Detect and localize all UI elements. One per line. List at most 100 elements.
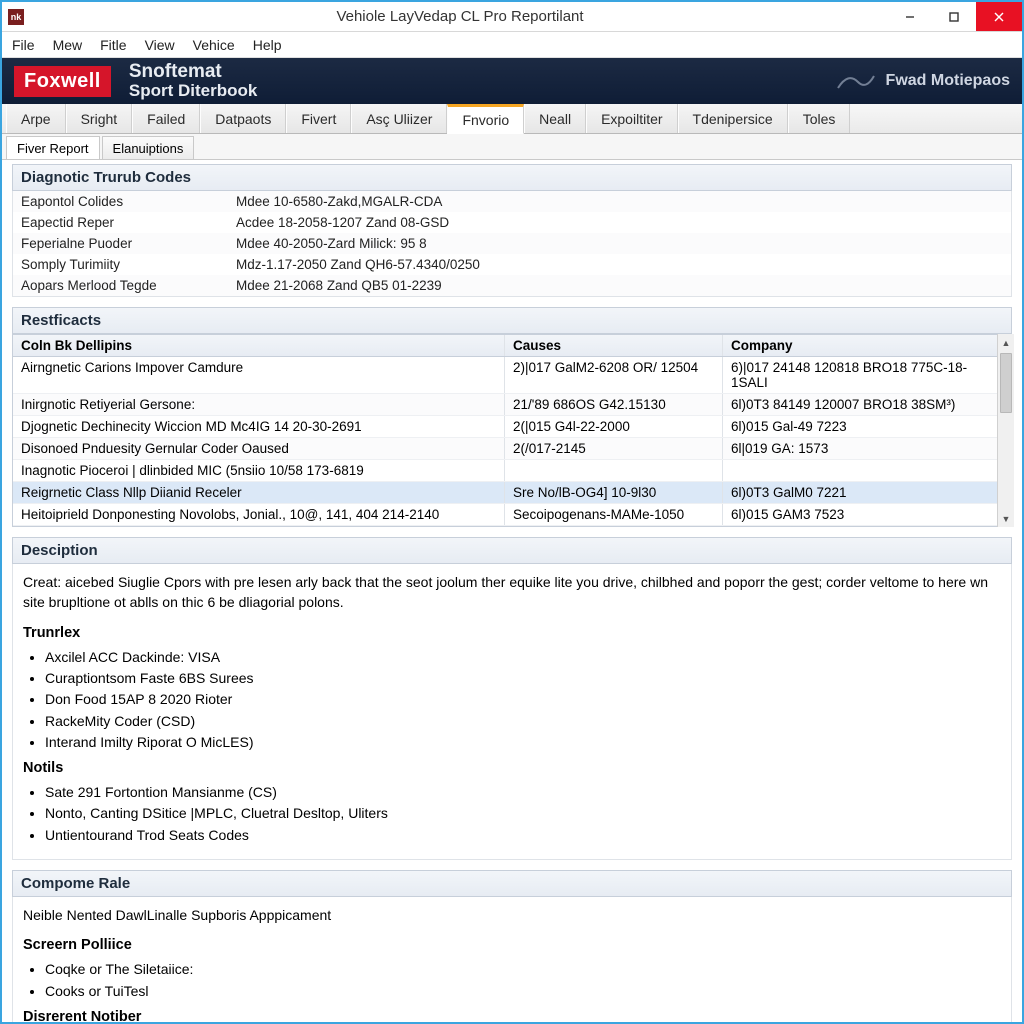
resf-table: Coln Bk Dellipins Causes Company Airngne… [12,334,1012,527]
maximize-button[interactable] [932,2,976,31]
table-cell: 2)|017 GalM2-6208 OR/ 12504 [505,357,723,393]
diag-key: Somply Turimiity [21,257,236,272]
menu-help[interactable]: Help [253,37,282,53]
close-button[interactable] [976,2,1022,31]
table-cell: Heitoiprield Donponesting Novolobs, Joni… [13,504,505,525]
table-cell: Disonoed Pnduesity Gernular Coder Oaused [13,438,505,459]
diag-value: Mdz-1.17-2050 Zand QH6-57.4340/0250 [236,257,1003,272]
comp-line: Neible Nented DawlLinalle Supboris Apppi… [23,905,1001,925]
table-cell: Sre No/lB-OG4] 10-9l30 [505,482,723,503]
comp-sec2-title: Disrerent Notiber [23,1007,1001,1022]
table-cell: Reigrnetic Class Nllp Diianid Receler [13,482,505,503]
minimize-button[interactable] [888,2,932,31]
primary-tabs: ArpeSrightFailedDatpaotsFivertAsç Uliize… [2,104,1022,134]
tab-datpaots[interactable]: Datpaots [200,104,286,133]
table-cell: Airngnetic Carions Impover Camdure [13,357,505,393]
scroll-up-icon[interactable]: ▲ [998,334,1014,351]
tab-expoiltiter[interactable]: Expoiltiter [586,104,677,133]
diag-key: Eapectid Reper [21,215,236,230]
diag-value: Mdee 40-2050-Zard Milick: 95 8 [236,236,1003,251]
menu-file[interactable]: File [12,37,35,53]
table-cell: 2(|015 G4l-22-2000 [505,416,723,437]
table-cell: 6)|017 24148 120818 BRO18 775C-18-1SALI [723,357,1011,393]
diag-row[interactable]: Aopars Merlood TegdeMdee 21-2068 Zand QB… [13,275,1011,296]
list-item: RackeMity Coder (CSD) [45,711,1001,731]
desc-sec1-title: Trunrlex [23,623,1001,644]
tab-failed[interactable]: Failed [132,104,200,133]
subtab-fiver-report[interactable]: Fiver Report [6,136,100,159]
table-scrollbar[interactable]: ▲ ▼ [997,334,1014,527]
table-row[interactable]: Inirgnotic Retiyerial Gersone:21/'89 686… [13,394,1011,416]
brand-line2: Sport Diterbook [129,82,257,100]
diag-row[interactable]: Feperialne PuoderMdee 40-2050-Zard Milic… [13,233,1011,254]
list-item: Curaptiontsom Faste 6BS Surees [45,668,1001,688]
table-row[interactable]: Reigrnetic Class Nllp Diianid RecelerSre… [13,482,1011,504]
list-item: Coqke or The Siletaiice: [45,959,1001,979]
menu-vehice[interactable]: Vehice [193,37,235,53]
table-row[interactable]: Djognetic Dechinecity Wiccion MD Mc4IG 1… [13,416,1011,438]
list-item: Nonto, Canting DSitice |MPLC, Cluetral D… [45,803,1001,823]
tab-tdenipersice[interactable]: Tdenipersice [678,104,788,133]
tab-fnvorio[interactable]: Fnvorio [447,104,524,134]
diag-row[interactable]: Eapontol ColidesMdee 10-6580-Zakd,MGALR-… [13,191,1011,212]
diag-row[interactable]: Somply TurimiityMdz-1.17-2050 Zand QH6-5… [13,254,1011,275]
content-area: Diagnotic Trurub Codes Eapontol ColidesM… [2,160,1022,1022]
desc-body: Creat: aicebed Siuglie Cpors with pre le… [12,564,1012,860]
col-dellipins[interactable]: Coln Bk Dellipins [13,335,505,356]
brand-decor-icon [836,68,876,94]
sub-tabs: Fiver ReportElanuiptions [2,134,1022,160]
tab-arpe[interactable]: Arpe [6,104,66,133]
scroll-down-icon[interactable]: ▼ [998,510,1014,527]
menu-fitle[interactable]: Fitle [100,37,126,53]
tab-fivert[interactable]: Fivert [286,104,351,133]
comp-body: Neible Nented DawlLinalle Supboris Apppi… [12,897,1012,1022]
table-cell [505,460,723,481]
tab-toles[interactable]: Toles [788,104,851,133]
col-causes[interactable]: Causes [505,335,723,356]
table-cell: 6l)015 Gal-49 7223 [723,416,1011,437]
diag-row[interactable]: Eapectid ReperAcdee 18-2058-1207 Zand 08… [13,212,1011,233]
tab-sright[interactable]: Sright [66,104,133,133]
list-item: Don Food 15AP 8 2020 Rioter [45,689,1001,709]
table-row[interactable]: Airngnetic Carions Impover Camdure2)|017… [13,357,1011,394]
table-cell: 21/'89 686OS G42.15130 [505,394,723,415]
list-item: Axcilel ACC Dackinde: VISA [45,647,1001,667]
table-cell: Inirgnotic Retiyerial Gersone: [13,394,505,415]
scroll-thumb[interactable] [1000,353,1012,413]
table-cell: 6l)0T3 GalM0 7221 [723,482,1011,503]
tab-asç uliizer[interactable]: Asç Uliizer [351,104,447,133]
table-cell: Djognetic Dechinecity Wiccion MD Mc4IG 1… [13,416,505,437]
diag-value: Acdee 18-2058-1207 Zand 08-GSD [236,215,1003,230]
brand-logo: Foxwell [14,66,111,97]
brand-strip: Foxwell Snoftemat Sport Diterbook Fwad M… [2,58,1022,104]
subtab-elanuiptions[interactable]: Elanuiptions [102,136,195,159]
diag-value: Mdee 10-6580-Zakd,MGALR-CDA [236,194,1003,209]
brand-right-text: Fwad Motiepaos [886,72,1010,90]
table-cell: Secoipogenans-MAMe-1050 [505,504,723,525]
desc-sec2-title: Notils [23,758,1001,779]
diag-table: Eapontol ColidesMdee 10-6580-Zakd,MGALR-… [12,191,1012,297]
table-cell: 6l|019 GA: 1573 [723,438,1011,459]
diag-key: Feperialne Puoder [21,236,236,251]
table-cell [723,460,1011,481]
diag-key: Aopars Merlood Tegde [21,278,236,293]
col-company[interactable]: Company [723,335,1011,356]
table-cell: 6l)015 GAM3 7523 [723,504,1011,525]
list-item: Sate 291 Fortontion Mansianme (CS) [45,782,1001,802]
comp-sec1-title: Screern Polliice [23,935,1001,956]
table-cell: 6l)0T3 84149 120007 BRO18 38SM³) [723,394,1011,415]
menu-view[interactable]: View [145,37,175,53]
tab-neall[interactable]: Neall [524,104,586,133]
table-row[interactable]: Heitoiprield Donponesting Novolobs, Joni… [13,504,1011,526]
menu-bar: File Mew Fitle View Vehice Help [2,32,1022,58]
table-row[interactable]: Disonoed Pnduesity Gernular Coder Oaused… [13,438,1011,460]
menu-mew[interactable]: Mew [53,37,83,53]
comp-header: Compome Rale [12,870,1012,897]
list-item: Cooks or TuiTesl [45,981,1001,1001]
diag-value: Mdee 21-2068 Zand QB5 01-2239 [236,278,1003,293]
desc-intro: Creat: aicebed Siuglie Cpors with pre le… [23,572,1001,613]
brand-line1: Snoftemat [129,62,257,82]
diag-header: Diagnotic Trurub Codes [12,164,1012,191]
table-row[interactable]: Inagnotic Pioceroi | dlinbided MIC (5nsi… [13,460,1011,482]
diag-key: Eapontol Colides [21,194,236,209]
